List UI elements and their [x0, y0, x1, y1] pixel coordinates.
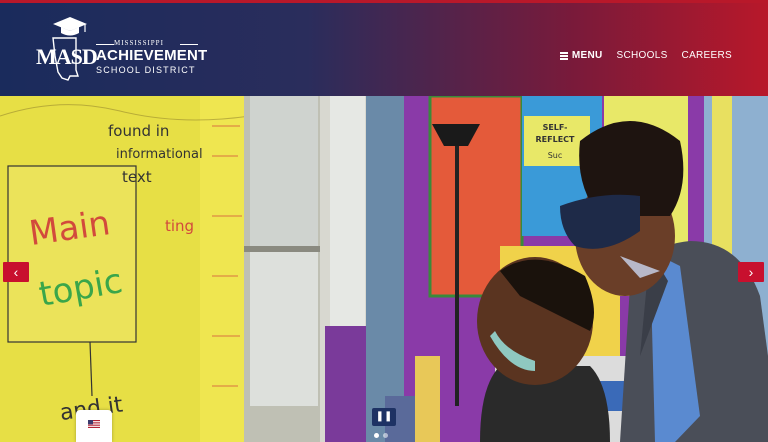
- nav-link-careers[interactable]: CAREERS: [682, 50, 732, 61]
- note-line-3: text: [122, 168, 152, 186]
- site-header: MASD MISSISSIPPI ACHIEVEMENT SCHOOL DIST…: [0, 0, 768, 96]
- board-line-3: Suc: [548, 151, 563, 160]
- header-accent-line: [0, 0, 768, 3]
- logo-state-line: MISSISSIPPI: [114, 39, 164, 47]
- nav-link-schools[interactable]: SCHOOLS: [617, 50, 668, 61]
- menu-button[interactable]: MENU: [559, 50, 603, 61]
- logo-name-line: ACHIEVEMENT: [96, 47, 208, 64]
- slider-prev-button[interactable]: ‹: [3, 262, 29, 282]
- logo-rule-right: [180, 44, 198, 45]
- slider-dots: [374, 433, 388, 438]
- language-selector[interactable]: [76, 410, 112, 442]
- side-word: ting: [165, 217, 194, 235]
- masd-logo[interactable]: MASD MISSISSIPPI ACHIEVEMENT SCHOOL DIST…: [34, 14, 208, 84]
- hero-slideshow: Main topic and it found in informational…: [0, 96, 768, 442]
- note-line-1: found in: [108, 122, 169, 140]
- hero-slide-image: Main topic and it found in informational…: [0, 96, 768, 442]
- slider-next-button[interactable]: ›: [738, 262, 764, 282]
- menu-label: MENU: [571, 50, 603, 61]
- graduation-cap-icon: [53, 17, 87, 36]
- note-line-2: informational: [116, 147, 203, 162]
- logo-rule-left: [96, 44, 114, 45]
- hamburger-icon: [559, 52, 568, 60]
- board-line-1: SELF-: [543, 123, 568, 132]
- slider-dot-2[interactable]: [383, 433, 388, 438]
- board-line-2: REFLECT: [536, 135, 576, 144]
- main-nav: MENU SCHOOLS CAREERS: [559, 50, 732, 61]
- us-flag-icon: [88, 420, 100, 428]
- logo-sub-line: SCHOOL DISTRICT: [96, 65, 196, 75]
- slider-dot-1[interactable]: [374, 433, 379, 438]
- slider-pause-button[interactable]: ❚❚: [372, 408, 396, 426]
- logo-mark-text: MASD: [36, 44, 98, 69]
